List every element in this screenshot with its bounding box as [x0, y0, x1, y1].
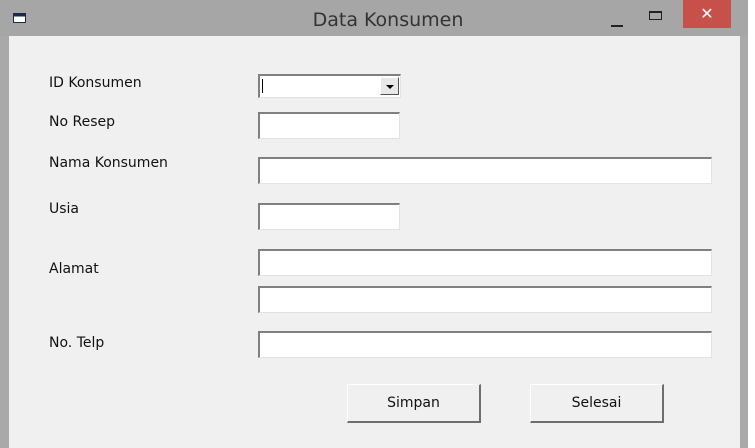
usia-field[interactable]	[258, 203, 400, 230]
nama-konsumen-field[interactable]	[258, 157, 712, 184]
text-caret	[262, 79, 263, 93]
window-title-text: Data Konsumen	[312, 9, 464, 31]
usia-label: Usia	[49, 201, 80, 217]
selesai-button[interactable]: Selesai	[530, 384, 664, 423]
title-bar[interactable]: Data Konsumen ✕	[0, 0, 748, 36]
simpan-button[interactable]: Simpan	[347, 384, 481, 423]
id-konsumen-label: ID Konsumen	[49, 75, 142, 91]
alamat-field-line2[interactable]	[258, 286, 712, 313]
chevron-down-icon[interactable]	[380, 77, 399, 95]
no-telp-label: No. Telp	[49, 335, 105, 351]
form-area: ID Konsumen No Resep Nama Konsumen Usia …	[9, 36, 740, 448]
alamat-label: Alamat	[49, 261, 99, 277]
maximize-icon[interactable]	[649, 11, 662, 20]
app-window: Data Konsumen ✕ ID Konsumen No Resep Nam…	[0, 0, 748, 448]
no-telp-field[interactable]	[258, 331, 712, 358]
alamat-field-line1[interactable]	[258, 249, 712, 276]
close-icon[interactable]: ✕	[683, 0, 731, 28]
minimize-icon[interactable]	[611, 14, 623, 28]
id-konsumen-combo[interactable]	[258, 74, 401, 98]
window-title: Data Konsumen	[0, 0, 748, 36]
nama-konsumen-label: Nama Konsumen	[49, 155, 168, 171]
no-resep-field[interactable]	[258, 112, 400, 139]
no-resep-label: No Resep	[49, 114, 115, 130]
